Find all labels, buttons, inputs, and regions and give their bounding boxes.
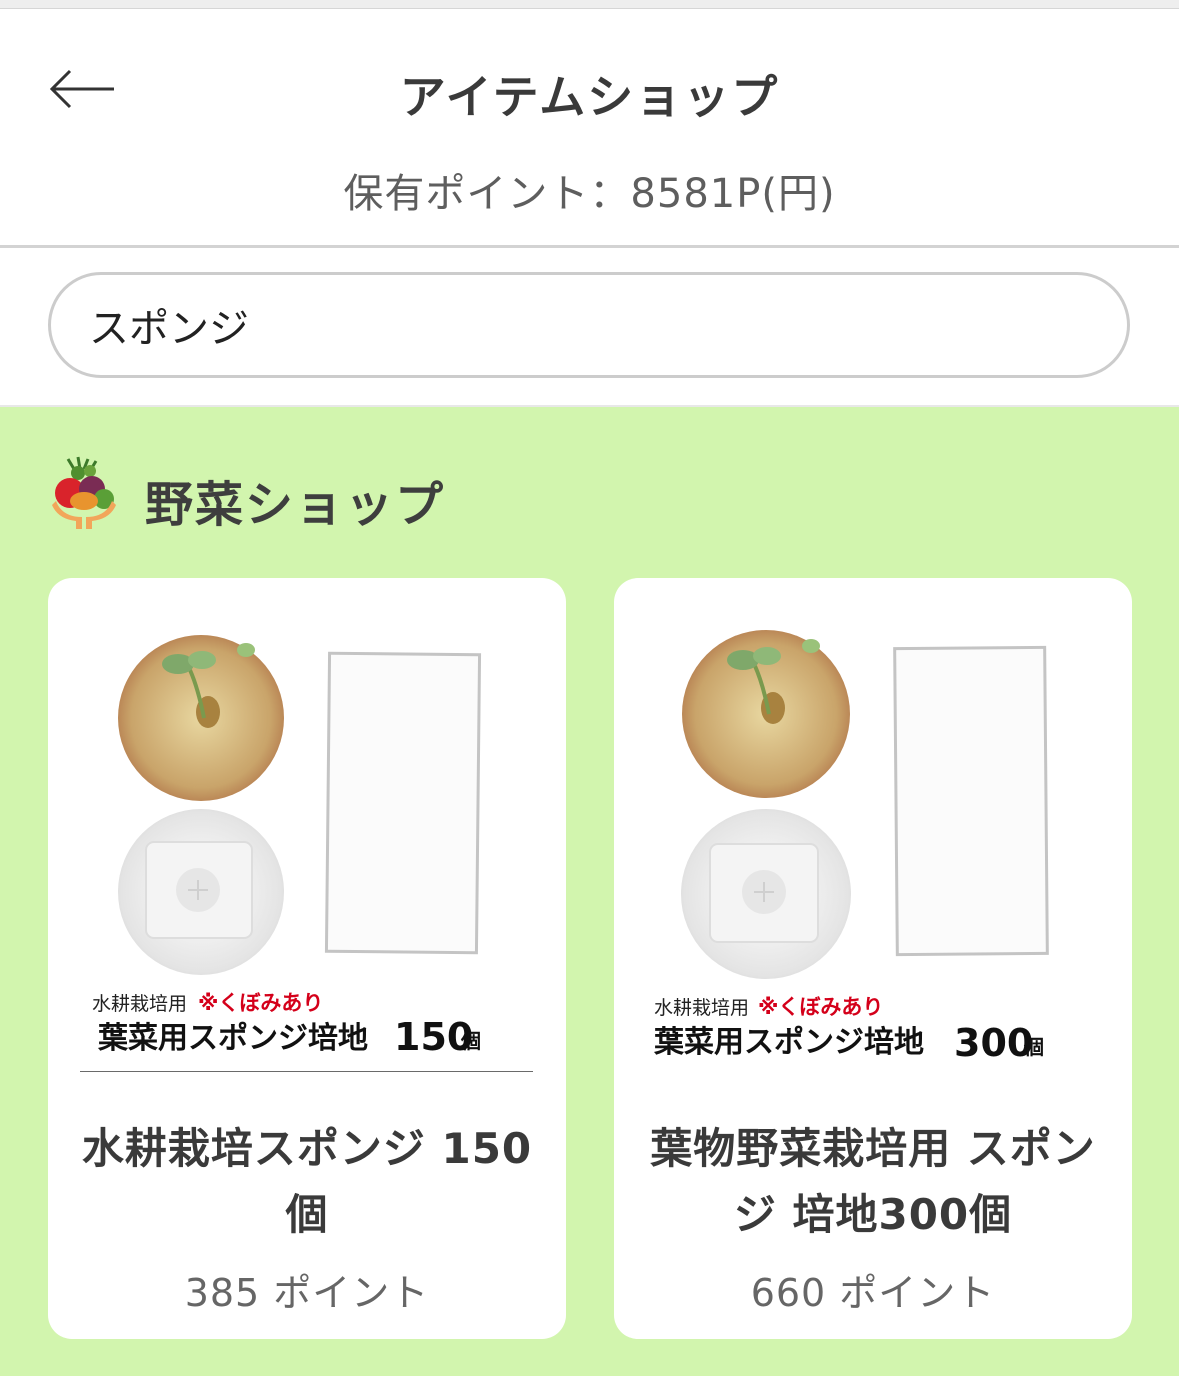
product-image: 水耕栽培用 ※くぼみあり 葉菜用スポンジ培地 150 個 <box>92 635 482 1059</box>
svg-text:水耕栽培用: 水耕栽培用 <box>654 997 749 1019</box>
svg-text:※くぼみあり: ※くぼみあり <box>758 995 883 1019</box>
svg-text:個: 個 <box>1023 1035 1044 1059</box>
header: アイテムショップ 保有ポイント：8581P(円) <box>0 9 1179 248</box>
product-card[interactable]: 水耕栽培用 ※くぼみあり 葉菜用スポンジ培地 300 個 葉物野菜栽培用 スポン… <box>614 578 1132 1339</box>
product-name: 水耕栽培スポンジ 150個 <box>81 1124 533 1239</box>
points-balance: 保有ポイント：8581P(円) <box>343 171 836 217</box>
svg-text:300: 300 <box>954 1021 1033 1065</box>
product-price: 385 ポイント <box>184 1271 430 1315</box>
svg-text:水耕栽培用: 水耕栽培用 <box>92 993 187 1015</box>
shop-title: 野菜ショップ <box>145 477 446 533</box>
search-bar <box>0 248 1179 407</box>
vegetable-shop-icon <box>48 455 120 531</box>
svg-text:葉菜用スポンジ培地: 葉菜用スポンジ培地 <box>97 1021 368 1056</box>
svg-text:※くぼみあり: ※くぼみあり <box>198 991 323 1015</box>
vegetable-shop-section: 野菜ショップ 水耕栽培用 ※くぼみあり 葉菜用スポンジ培地 150 個 水耕栽培… <box>0 407 1179 1376</box>
browser-top-edge <box>0 0 1179 9</box>
image-divider <box>80 1071 533 1072</box>
product-card[interactable]: 水耕栽培用 ※くぼみあり 葉菜用スポンジ培地 150 個 水耕栽培スポンジ 15… <box>48 578 566 1339</box>
search-input[interactable] <box>48 272 1130 378</box>
product-image: 水耕栽培用 ※くぼみあり 葉菜用スポンジ培地 300 個 <box>653 630 1049 1065</box>
product-name: 葉物野菜栽培用 スポンジ 培地300個 <box>650 1124 1096 1239</box>
svg-text:個: 個 <box>460 1029 481 1053</box>
product-price: 660 ポイント <box>750 1271 996 1315</box>
page-title: アイテムショップ <box>399 70 780 124</box>
svg-text:葉菜用スポンジ培地: 葉菜用スポンジ培地 <box>653 1025 924 1060</box>
